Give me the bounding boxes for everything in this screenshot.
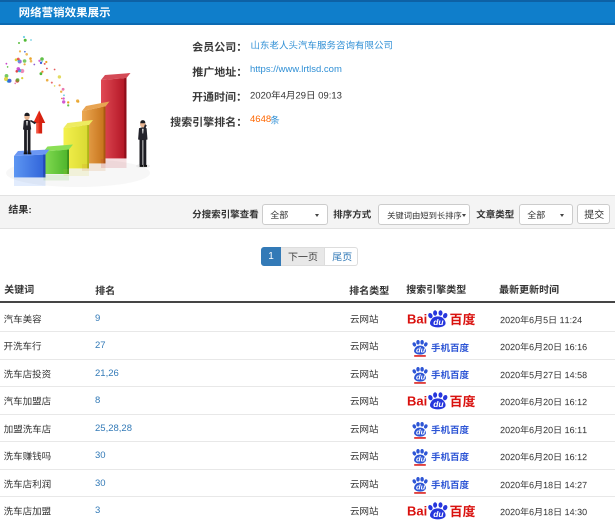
svg-text:du: du: [433, 399, 444, 409]
svg-text:Bai: Bai: [407, 312, 427, 327]
svg-text:du: du: [433, 317, 444, 327]
svg-text:du: du: [433, 509, 444, 519]
svg-text:du: du: [416, 427, 426, 436]
svg-text:Bai: Bai: [407, 504, 427, 519]
svg-text:du: du: [416, 454, 426, 463]
svg-text:du: du: [416, 372, 426, 381]
svg-text:du: du: [416, 345, 426, 354]
svg-text:Bai: Bai: [407, 394, 427, 409]
svg-text:du: du: [416, 482, 426, 491]
